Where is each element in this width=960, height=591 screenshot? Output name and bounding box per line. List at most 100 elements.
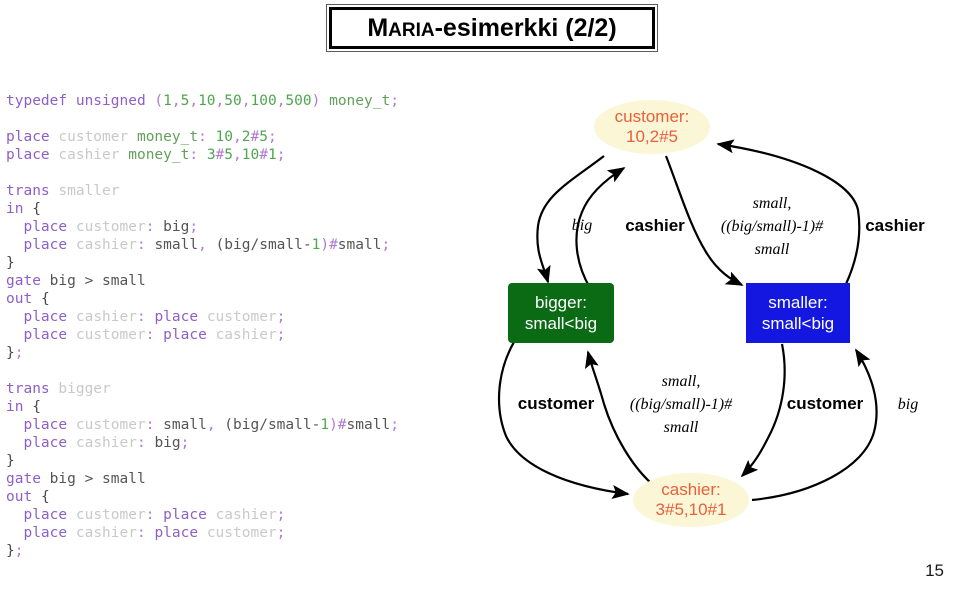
code-token: {	[40, 291, 50, 307]
code-line: in {	[6, 200, 476, 218]
slide-title-box: MARIA-esimerkki (2/2)	[326, 4, 658, 52]
code-token: place	[6, 147, 50, 163]
code-token: :	[145, 417, 164, 433]
code-token: customer	[58, 129, 129, 145]
code-block-place-declarations: place customer money_t: 10,2#5; place cas…	[6, 128, 476, 164]
code-token: ,	[233, 147, 242, 163]
code-token: ;	[276, 309, 286, 325]
node-cashier-place[interactable]: cashier: 3#5,10#1	[633, 473, 749, 527]
edge-smaller-to-cashier	[740, 343, 786, 478]
code-token: ;	[390, 93, 399, 109]
code-token: place	[23, 309, 68, 325]
code-line: place customer: place cashier;	[6, 326, 476, 344]
code-token: place	[163, 327, 207, 343]
code-token: ,	[206, 417, 225, 433]
code-token: }	[6, 453, 15, 469]
code-line: };	[6, 344, 476, 362]
code-token: cashier	[75, 309, 137, 325]
code-token: ;	[276, 525, 286, 541]
code-token: small	[154, 237, 199, 253]
code-token: in	[6, 399, 24, 415]
node-bigger-transition[interactable]: bigger: small<big	[508, 283, 614, 343]
code-token: #	[329, 237, 338, 253]
code-token: trans	[6, 183, 50, 199]
code-line: place customer: place cashier;	[6, 506, 476, 524]
petri-net-diagram: customer: 10,2#5 bigger: small<big small…	[480, 86, 960, 566]
code-token: small	[346, 417, 391, 433]
code-token: :	[145, 507, 164, 523]
code-token: cashier	[75, 435, 137, 451]
code-token: cashier	[215, 327, 277, 343]
code-token: 1	[320, 417, 330, 433]
code-token: ;	[14, 543, 24, 559]
code-token: )	[329, 417, 338, 433]
code-line: place customer: small, (big/small-1)#sma…	[6, 416, 476, 434]
edge-label-customer-to-bigger: big	[572, 217, 592, 234]
code-token: place	[23, 525, 68, 541]
code-token: :	[136, 237, 155, 253]
code-token: 3	[206, 147, 216, 163]
edge-label-customer-to-smaller-line3: small	[755, 241, 790, 258]
code-token: ;	[276, 327, 286, 343]
edge-cashier-to-smaller	[751, 348, 878, 502]
code-token: out	[6, 489, 33, 505]
code-token: big	[163, 219, 190, 235]
code-block-trans-smaller: trans smaller in { place customer: big; p…	[6, 182, 476, 362]
code-line: place customer money_t: 10,2#5;	[6, 128, 476, 146]
code-line: place cashier: place customer;	[6, 524, 476, 542]
code-token: big	[154, 435, 181, 451]
code-line: place customer: big;	[6, 218, 476, 236]
code-token: }	[6, 543, 15, 559]
code-line: place cashier: place customer;	[6, 308, 476, 326]
code-token: ;	[14, 345, 24, 361]
code-token: 500	[285, 93, 312, 109]
title-smallcaps: ARIA	[388, 19, 435, 41]
code-token: big > small	[40, 471, 146, 487]
code-token: bigger	[58, 381, 111, 397]
code-token: :	[145, 327, 164, 343]
node-smaller-transition[interactable]: smaller: small<big	[746, 283, 850, 343]
code-line: trans bigger	[6, 380, 476, 398]
code-token: money_t	[136, 129, 199, 145]
edge-label-cashier-to-bigger-line1: small,	[662, 373, 701, 390]
code-token: :	[136, 309, 155, 325]
smaller-transition-label-line1: smaller:	[768, 293, 828, 312]
code-token: smaller	[58, 183, 120, 199]
code-token: #	[337, 417, 347, 433]
customer-place-label-line2: 10,2#5	[626, 127, 678, 146]
code-token: ,	[215, 93, 225, 109]
bigger-transition-label-line1: bigger:	[535, 293, 587, 312]
code-token: ;	[180, 435, 190, 451]
code-token: money_t	[329, 93, 391, 109]
code-token: ;	[189, 219, 199, 235]
code-line: }	[6, 452, 476, 470]
edge-cashier-to-bigger	[585, 350, 653, 485]
code-token: 1	[267, 147, 277, 163]
code-line: in {	[6, 398, 476, 416]
code-token: ,	[198, 237, 216, 253]
customer-place-label-line1: customer:	[615, 107, 690, 126]
code-listing: typedef unsigned (1,5,10,50,100,500) mon…	[6, 92, 476, 560]
code-token: :	[136, 525, 155, 541]
node-customer-place[interactable]: customer: 10,2#5	[594, 100, 710, 154]
code-line: out {	[6, 488, 476, 506]
code-line: };	[6, 542, 476, 560]
code-token: #	[250, 129, 260, 145]
code-token: typedef unsigned	[6, 93, 155, 109]
slide-title-inner-border: MARIA-esimerkki (2/2)	[329, 7, 655, 49]
code-block-trans-bigger: trans bigger in { place customer: small, …	[6, 380, 476, 560]
code-token: ,	[189, 93, 199, 109]
